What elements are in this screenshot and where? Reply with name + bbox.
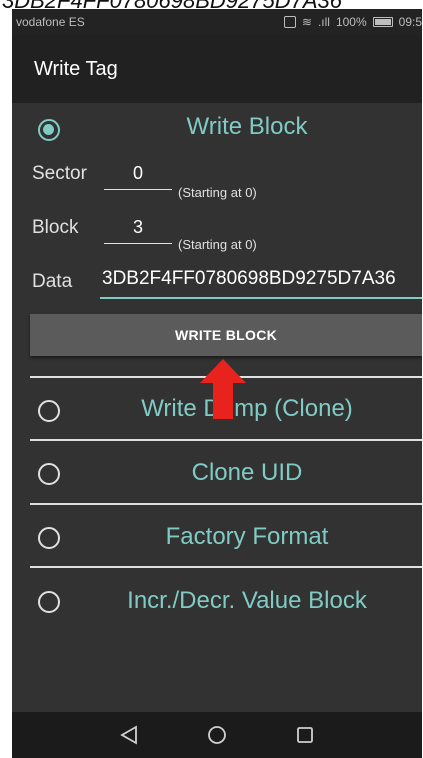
option-write-block-label[interactable]: Write Block xyxy=(72,113,422,141)
block-label: Block xyxy=(32,217,79,238)
status-bar: vodafone ES ≋ .ıll 100% 09:5 xyxy=(12,9,422,35)
recents-icon[interactable] xyxy=(294,724,316,746)
battery-icon xyxy=(372,17,393,27)
clock: 09:5 xyxy=(398,15,422,29)
data-underline xyxy=(100,297,422,299)
status-icons: ≋ .ıll 100% 09:5 xyxy=(283,15,422,29)
radio-clone-uid[interactable] xyxy=(38,463,60,485)
back-icon[interactable] xyxy=(118,724,140,746)
radio-write-dump[interactable] xyxy=(38,400,60,422)
wifi-icon: ≋ xyxy=(301,15,312,29)
radio-value-block[interactable] xyxy=(38,591,60,613)
signal-icon: .ıll xyxy=(317,15,330,29)
carrier-label: vodafone ES xyxy=(16,15,85,29)
nfc-icon xyxy=(283,16,296,28)
radio-factory-format[interactable] xyxy=(38,527,60,549)
data-label: Data xyxy=(32,271,73,292)
radio-write-block[interactable] xyxy=(38,119,60,141)
option-factory-format-label[interactable]: Factory Format xyxy=(72,523,422,551)
divider xyxy=(30,439,422,441)
option-write-dump-label[interactable]: Write Dump (Clone) xyxy=(72,395,422,423)
sector-input[interactable]: 0 xyxy=(104,163,172,184)
write-block-button[interactable]: WRITE BLOCK xyxy=(30,314,422,356)
battery-percent: 100% xyxy=(335,15,367,29)
sector-hint: (Starting at 0) xyxy=(178,185,257,200)
red-arrow-icon xyxy=(200,359,246,419)
block-underline xyxy=(104,243,172,244)
sector-label: Sector xyxy=(32,163,87,184)
home-icon[interactable] xyxy=(206,724,228,746)
option-clone-uid-label[interactable]: Clone UID xyxy=(72,459,422,487)
block-input[interactable]: 3 xyxy=(104,217,172,238)
divider xyxy=(30,566,422,568)
phone-screen: vodafone ES ≋ .ıll 100% 09:5 Write Tag W… xyxy=(12,9,422,758)
sector-underline xyxy=(104,189,172,190)
app-bar: Write Tag xyxy=(12,35,422,103)
page-title: Write Tag xyxy=(34,57,118,80)
navigation-bar xyxy=(12,712,422,758)
data-input[interactable]: 3DB2F4FF0780698BD9275D7A36 xyxy=(102,268,422,290)
divider xyxy=(30,503,422,505)
block-hint: (Starting at 0) xyxy=(178,237,257,252)
option-value-block-label[interactable]: Incr./Decr. Value Block xyxy=(72,587,422,615)
